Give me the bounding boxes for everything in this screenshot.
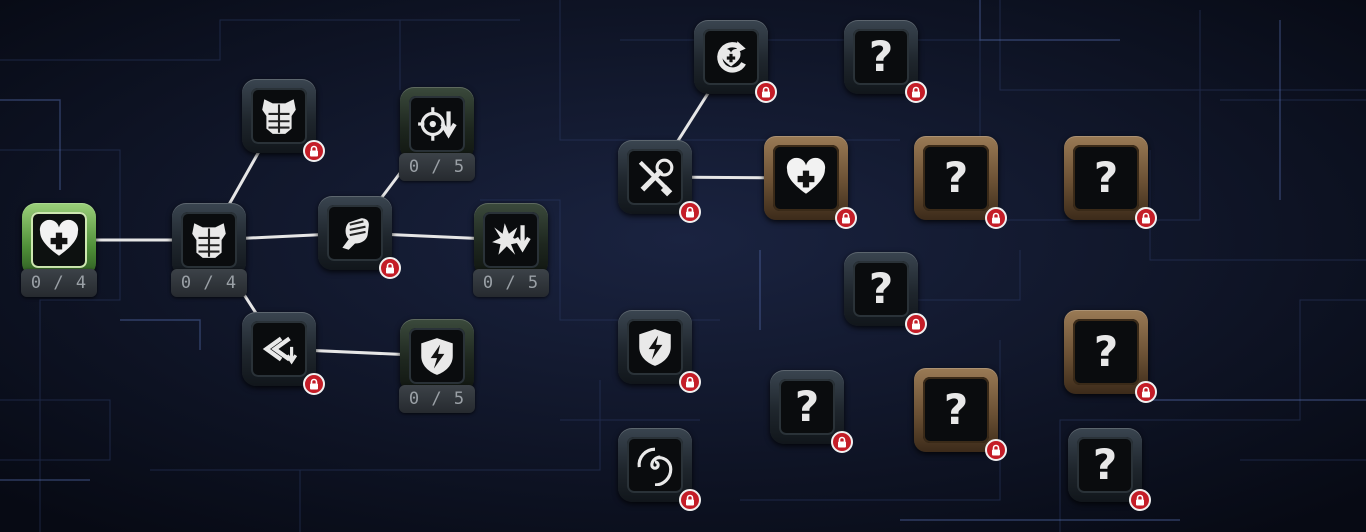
skill-progress-badge: 0 / 5 xyxy=(473,269,549,297)
lock-icon xyxy=(679,201,701,223)
skill-node[interactable] xyxy=(22,203,96,277)
shield-bolt-icon xyxy=(416,335,458,377)
skill-node-face: ? xyxy=(1077,437,1133,493)
impact-down-icon xyxy=(490,219,532,261)
skill-node[interactable] xyxy=(242,79,325,162)
skill-node-face xyxy=(251,321,307,377)
skill-node-face xyxy=(31,212,87,268)
armor-icon xyxy=(188,219,230,261)
skill-node[interactable] xyxy=(400,87,474,161)
skill-node-face xyxy=(327,205,383,261)
lock-icon xyxy=(835,207,857,229)
skill-node-face xyxy=(409,328,465,384)
skill-node[interactable] xyxy=(474,203,548,277)
skill-node[interactable]: ? xyxy=(914,136,1007,229)
skill-progress-badge: 0 / 5 xyxy=(399,385,475,413)
heart-refresh-icon xyxy=(710,36,752,78)
skill-node-face: ? xyxy=(1073,319,1139,385)
skill-node-face xyxy=(483,212,539,268)
heart-plus-icon xyxy=(785,157,827,199)
skill-node[interactable] xyxy=(400,319,474,393)
lock-icon xyxy=(985,439,1007,461)
skill-node-face xyxy=(409,96,465,152)
skill-node[interactable]: ? xyxy=(844,20,927,103)
lock-icon xyxy=(905,313,927,335)
skill-node-face xyxy=(703,29,759,85)
question-icon: ? xyxy=(794,382,820,431)
skill-node[interactable]: ? xyxy=(770,370,853,453)
skill-node[interactable] xyxy=(618,428,701,511)
speed-down-icon xyxy=(258,328,300,370)
skill-node-face xyxy=(251,88,307,144)
heart-plus-icon xyxy=(38,219,80,261)
fist-icon xyxy=(334,212,376,254)
skill-node[interactable] xyxy=(764,136,857,229)
skill-node-face xyxy=(627,437,683,493)
skill-node[interactable] xyxy=(318,196,401,279)
question-icon: ? xyxy=(943,153,969,202)
skill-node-face: ? xyxy=(853,261,909,317)
lock-icon xyxy=(831,431,853,453)
lock-icon xyxy=(755,81,777,103)
lock-icon xyxy=(379,257,401,279)
skill-node[interactable] xyxy=(618,140,701,223)
armor-icon xyxy=(258,95,300,137)
skill-node[interactable]: ? xyxy=(1068,428,1151,511)
skill-node-face: ? xyxy=(923,377,989,443)
skill-node-face xyxy=(627,149,683,205)
skill-node[interactable]: ? xyxy=(1064,310,1157,403)
lock-icon xyxy=(679,489,701,511)
skill-node-face: ? xyxy=(779,379,835,435)
skill-node[interactable]: ? xyxy=(1064,136,1157,229)
question-icon: ? xyxy=(1092,440,1118,489)
skill-node[interactable]: ? xyxy=(844,252,927,335)
skill-node[interactable] xyxy=(242,312,325,395)
lock-icon xyxy=(1135,207,1157,229)
skill-node[interactable] xyxy=(694,20,777,103)
question-icon: ? xyxy=(1093,327,1119,376)
question-icon: ? xyxy=(1093,153,1119,202)
skill-node[interactable] xyxy=(618,310,701,393)
question-icon: ? xyxy=(868,32,894,81)
question-icon: ? xyxy=(868,264,894,313)
lock-icon xyxy=(679,371,701,393)
skill-progress-badge: 0 / 4 xyxy=(21,269,97,297)
skill-node-face xyxy=(773,145,839,211)
lock-icon xyxy=(985,207,1007,229)
target-down-icon xyxy=(416,103,458,145)
shield-bolt-icon xyxy=(634,326,676,368)
skill-node[interactable] xyxy=(172,203,246,277)
lock-icon xyxy=(1129,489,1151,511)
skill-progress-badge: 0 / 5 xyxy=(399,153,475,181)
skill-node-face: ? xyxy=(853,29,909,85)
skill-node-face xyxy=(627,319,683,375)
skill-tree: 0 / 4 0 / 4 0 / 5 0 / 5 0 / 5???????? xyxy=(0,0,1366,532)
skill-node-face: ? xyxy=(1073,145,1139,211)
tools-icon xyxy=(634,156,676,198)
lock-icon xyxy=(1135,381,1157,403)
lock-icon xyxy=(303,373,325,395)
skill-node-face xyxy=(181,212,237,268)
question-icon: ? xyxy=(943,385,969,434)
skill-progress-badge: 0 / 4 xyxy=(171,269,247,297)
vortex-icon xyxy=(634,444,676,486)
lock-icon xyxy=(905,81,927,103)
skill-node[interactable]: ? xyxy=(914,368,1007,461)
skill-node-face: ? xyxy=(923,145,989,211)
lock-icon xyxy=(303,140,325,162)
